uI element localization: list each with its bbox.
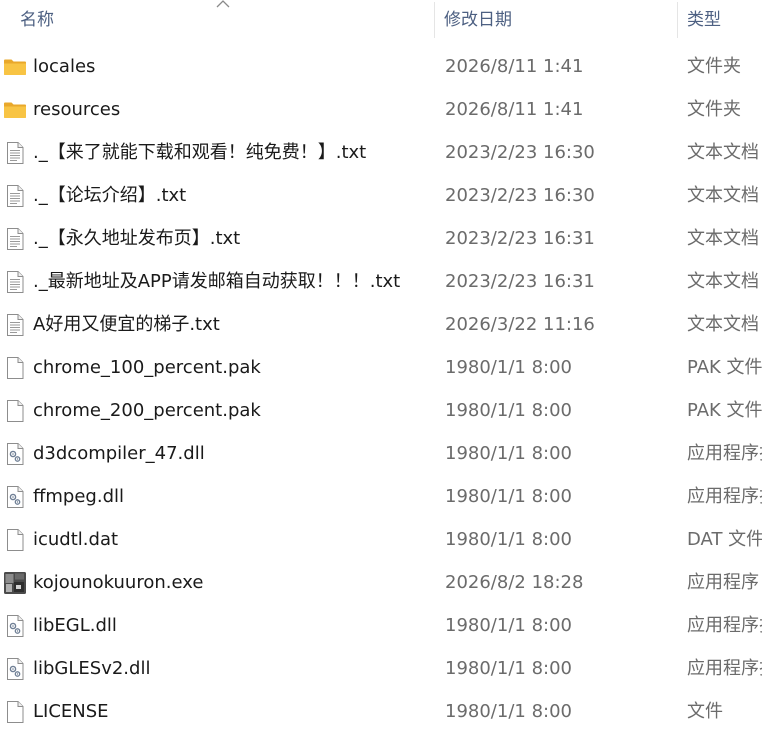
dll-file-icon (3, 614, 27, 638)
blank-file-icon (3, 528, 27, 552)
file-date-modified: 2026/8/2 18:28 (445, 572, 584, 593)
file-name: locales (33, 56, 96, 77)
file-list: locales 2026/8/11 1:41 文件夹 resources 2026/8/… (0, 45, 762, 733)
file-name: libGLESv2.dll (33, 658, 151, 679)
file-date-modified: 2026/8/11 1:41 (445, 56, 584, 77)
column-divider[interactable] (434, 2, 435, 38)
file-date-modified: 2023/2/23 16:30 (445, 185, 595, 206)
file-type: 文件 (687, 701, 723, 722)
file-type: 文本文档 (687, 185, 759, 206)
file-row[interactable]: icudtl.dat 1980/1/1 8:00 DAT 文件 (0, 518, 762, 561)
file-date-modified: 1980/1/1 8:00 (445, 615, 572, 636)
dll-file-icon (3, 485, 27, 509)
file-type: 应用程序扩展 (687, 658, 762, 679)
file-type: 应用程序扩展 (687, 486, 762, 507)
file-name: kojounokuuron.exe (33, 572, 204, 593)
blank-file-icon (3, 399, 27, 423)
file-date-modified: 1980/1/1 8:00 (445, 486, 572, 507)
file-name: LICENSE (33, 701, 109, 722)
text-file-icon (3, 227, 27, 251)
file-date-modified: 1980/1/1 8:00 (445, 658, 572, 679)
file-row[interactable]: locales 2026/8/11 1:41 文件夹 (0, 45, 762, 88)
text-file-icon (3, 313, 27, 337)
file-type: 文件夹 (687, 56, 741, 77)
file-name: ._【来了就能下载和观看！纯免费！】.txt (33, 142, 367, 163)
file-date-modified: 1980/1/1 8:00 (445, 400, 572, 421)
blank-file-icon (3, 356, 27, 380)
file-type: 文件夹 (687, 99, 741, 120)
file-type: 文本文档 (687, 142, 759, 163)
dll-file-icon (3, 442, 27, 466)
file-type: 应用程序扩展 (687, 615, 762, 636)
text-file-icon (3, 184, 27, 208)
file-name: ._最新地址及APP请发邮箱自动获取！！！.txt (33, 271, 401, 292)
dll-file-icon (3, 657, 27, 681)
file-row[interactable]: kojounokuuron.exe 2026/8/2 18:28 应用程序 (0, 561, 762, 604)
file-type: 文本文档 (687, 228, 759, 249)
folder-icon (3, 55, 27, 79)
file-name: icudtl.dat (33, 529, 119, 550)
file-name: chrome_100_percent.pak (33, 357, 261, 378)
file-row[interactable]: LICENSE 1980/1/1 8:00 文件 (0, 690, 762, 733)
file-type: PAK 文件 (687, 357, 762, 378)
column-header-date-modified[interactable]: 修改日期 (444, 0, 676, 40)
file-row[interactable]: libGLESv2.dll 1980/1/1 8:00 应用程序扩展 (0, 647, 762, 690)
file-row[interactable]: chrome_200_percent.pak 1980/1/1 8:00 PAK 文… (0, 389, 762, 432)
exe-app-icon (3, 571, 27, 595)
file-date-modified: 1980/1/1 8:00 (445, 701, 572, 722)
file-row[interactable]: ._【永久地址发布页】.txt 2023/2/23 16:31 文本文档 (0, 217, 762, 260)
file-date-modified: 2026/8/11 1:41 (445, 99, 584, 120)
column-header-type[interactable]: 类型 (687, 0, 762, 40)
file-name: libEGL.dll (33, 615, 117, 636)
file-row[interactable]: chrome_100_percent.pak 1980/1/1 8:00 PAK 文… (0, 346, 762, 389)
file-row[interactable]: resources 2026/8/11 1:41 文件夹 (0, 88, 762, 131)
file-name: chrome_200_percent.pak (33, 400, 261, 421)
file-type: DAT 文件 (687, 529, 762, 550)
file-type: PAK 文件 (687, 400, 762, 421)
file-type: 文本文档 (687, 271, 759, 292)
folder-icon (3, 98, 27, 122)
file-date-modified: 1980/1/1 8:00 (445, 529, 572, 550)
column-divider[interactable] (677, 2, 678, 38)
file-row[interactable]: libEGL.dll 1980/1/1 8:00 应用程序扩展 (0, 604, 762, 647)
file-date-modified: 1980/1/1 8:00 (445, 357, 572, 378)
file-date-modified: 1980/1/1 8:00 (445, 443, 572, 464)
file-type: 应用程序 (687, 572, 759, 593)
file-date-modified: 2023/2/23 16:30 (445, 142, 595, 163)
text-file-icon (3, 141, 27, 165)
column-header-name[interactable]: 名称 (20, 0, 432, 40)
file-date-modified: 2026/3/22 11:16 (445, 314, 595, 335)
file-name: A好用又便宜的梯子.txt (33, 314, 220, 335)
file-type: 应用程序扩展 (687, 443, 762, 464)
file-row[interactable]: ._【论坛介绍】.txt 2023/2/23 16:30 文本文档 (0, 174, 762, 217)
file-name: d3dcompiler_47.dll (33, 443, 205, 464)
file-type: 文本文档 (687, 314, 759, 335)
column-header-bar: 名称 修改日期 类型 (0, 0, 762, 40)
file-row[interactable]: ._【来了就能下载和观看！纯免费！】.txt 2023/2/23 16:30 文本文… (0, 131, 762, 174)
file-name: ffmpeg.dll (33, 486, 125, 507)
file-row[interactable]: d3dcompiler_47.dll 1980/1/1 8:00 应用程序扩展 (0, 432, 762, 475)
file-name: ._【论坛介绍】.txt (33, 185, 187, 206)
file-date-modified: 2023/2/23 16:31 (445, 228, 595, 249)
file-row[interactable]: ffmpeg.dll 1980/1/1 8:00 应用程序扩展 (0, 475, 762, 518)
text-file-icon (3, 270, 27, 294)
file-name: resources (33, 99, 121, 120)
file-row[interactable]: ._最新地址及APP请发邮箱自动获取！！！.txt 2023/2/23 16:31… (0, 260, 762, 303)
file-name: ._【永久地址发布页】.txt (33, 228, 241, 249)
file-date-modified: 2023/2/23 16:31 (445, 271, 595, 292)
file-row[interactable]: A好用又便宜的梯子.txt 2026/3/22 11:16 文本文档 (0, 303, 762, 346)
file-explorer-list: 名称 修改日期 类型 locales 2026/8/11 1:41 文件夹 resou… (0, 0, 762, 753)
blank-file-icon (3, 700, 27, 724)
